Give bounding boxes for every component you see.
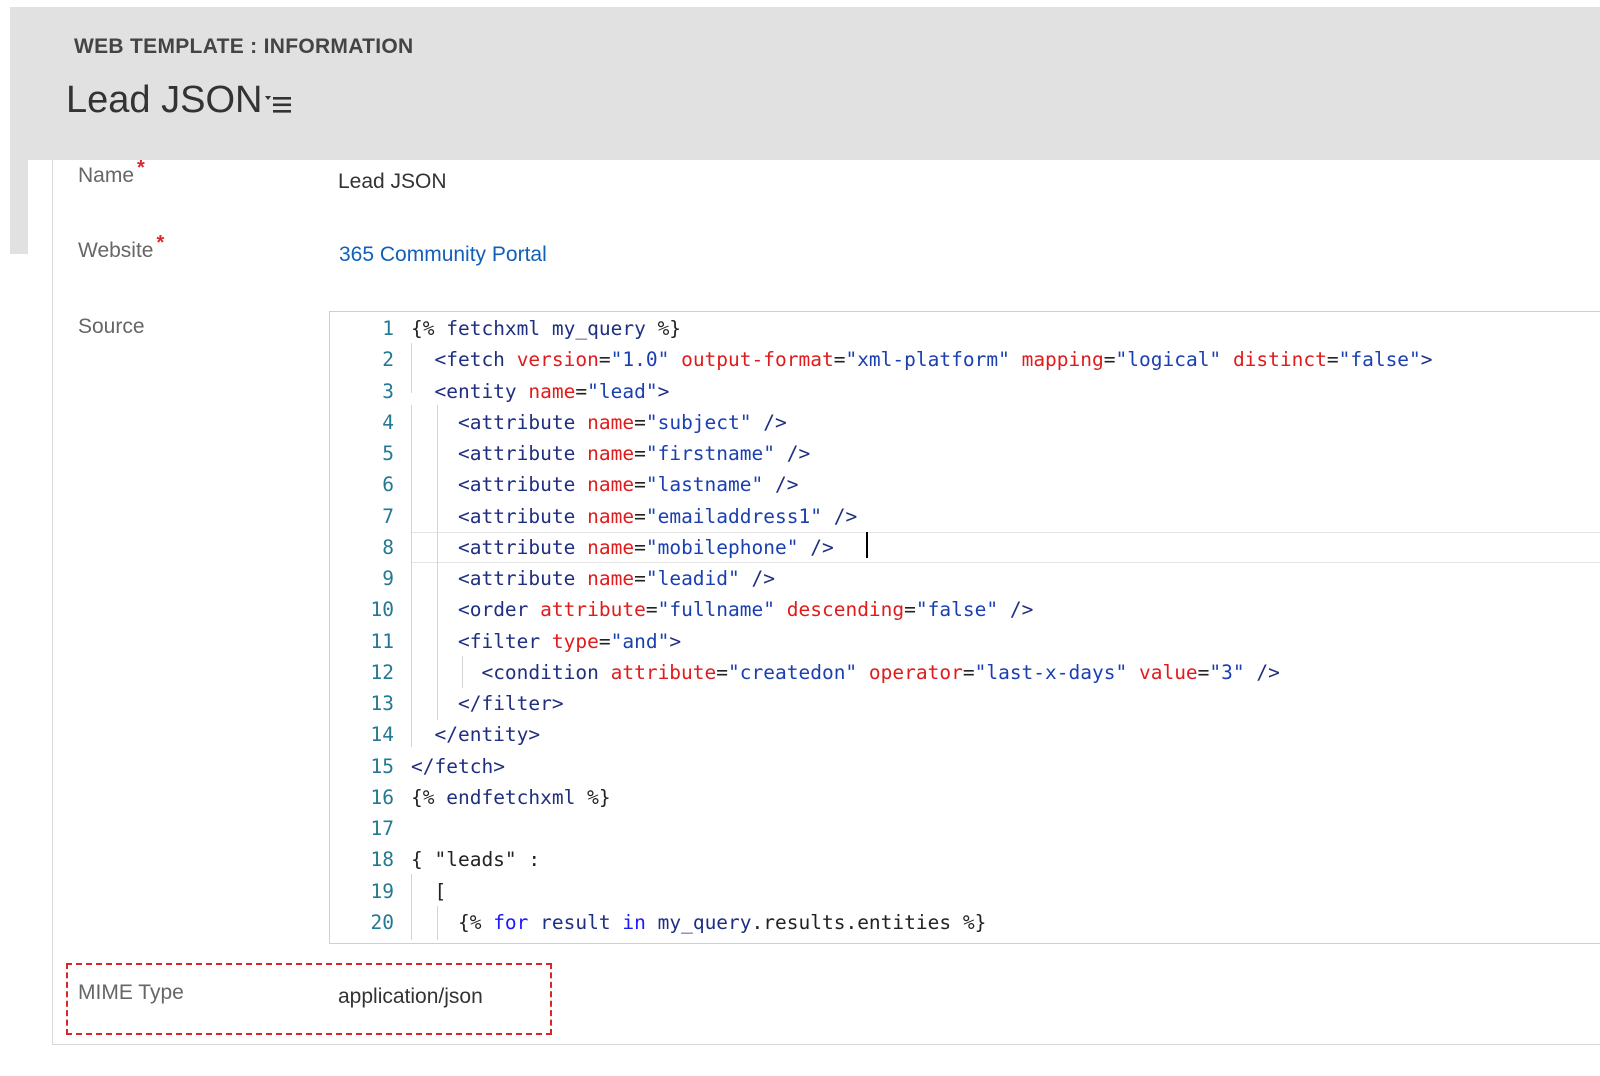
code-line[interactable]: 6 <attribute name="lastname" /> [330, 469, 1600, 500]
line-number: 7 [382, 504, 394, 528]
line-number: 20 [370, 910, 394, 934]
website-label-text: Website [78, 239, 154, 262]
code-line[interactable]: 13 </filter> [330, 688, 1600, 719]
page-header: WEB TEMPLATE : INFORMATION Lead JSON [10, 7, 1600, 160]
code-text: </filter> [457, 692, 564, 715]
code-line[interactable]: 18 { "leads" : [330, 844, 1600, 875]
text-cursor [866, 532, 868, 558]
name-label: Name * [78, 157, 145, 188]
code-text: <entity name="lead"> [434, 379, 670, 403]
line-number: 12 [370, 660, 394, 684]
code-line[interactable]: 20 {% for result in my_query.results.ent… [330, 907, 1600, 938]
code-text: <fetch version="1.0" output-format="xml-… [434, 348, 1433, 372]
indent-guide [411, 343, 412, 393]
line-number: 3 [382, 379, 394, 403]
source-label: Source [78, 315, 145, 338]
code-line[interactable]: 7 <attribute name="emailaddress1" /> [330, 501, 1600, 532]
line-number: 2 [382, 348, 394, 372]
mime-type-field[interactable]: application/json [338, 985, 483, 1009]
code-line[interactable]: 4 <attribute name="subject" /> [330, 407, 1600, 438]
code-line[interactable]: 3 <entity name="lead"> [330, 376, 1600, 407]
name-field[interactable]: Lead JSON [338, 170, 447, 194]
code-line[interactable]: 15 </fetch> [330, 751, 1600, 782]
code-line[interactable]: 5 <attribute name="firstname" /> [330, 438, 1600, 469]
code-line[interactable]: 11 <filter type="and"> [330, 626, 1600, 657]
name-required-icon: * [137, 157, 145, 179]
line-number: 5 [382, 442, 394, 465]
website-label: Website * [78, 232, 164, 263]
code-line[interactable]: 12 <condition attribute="createdon" oper… [330, 657, 1600, 688]
indent-guide [411, 405, 412, 747]
line-number: 10 [370, 598, 394, 622]
code-text: { "leads" : [411, 848, 541, 872]
code-text: <attribute name="firstname" /> [457, 442, 811, 465]
record-title: Lead JSON [66, 79, 263, 121]
code-text: <attribute name="subject" /> [457, 410, 787, 434]
code-line[interactable]: 8 <attribute name="mobilephone" /> [330, 532, 1600, 563]
code-text: </entity> [434, 723, 541, 747]
line-number: 18 [370, 848, 394, 872]
code-text: {% fetchxml my_query %} [411, 317, 682, 340]
source-code-editor[interactable]: 1 {% fetchxml my_query %} 2 <fetch version… [329, 311, 1600, 944]
name-label-text: Name [78, 164, 135, 187]
line-number: 1 [382, 317, 394, 340]
mime-type-label: MIME Type [78, 981, 184, 1004]
line-number: 17 [370, 817, 394, 840]
indent-guide [437, 405, 438, 720]
code-text: <attribute name="mobilephone" /> [457, 535, 834, 559]
code-text: {% for result in my_query.results.entiti… [411, 910, 987, 934]
code-line[interactable]: 2 <fetch version="1.0" output-format="xm… [330, 344, 1600, 375]
code-text: </fetch> [411, 754, 505, 778]
left-nav-strip [10, 160, 28, 254]
code-text: <order attribute="fullname" descending="… [457, 598, 1034, 622]
code-text: <condition attribute="createdon" operato… [481, 660, 1280, 684]
form-selector-menu-icon[interactable] [263, 93, 293, 117]
line-number: 4 [382, 410, 394, 434]
code-line[interactable]: 19 [ [330, 876, 1600, 907]
line-number: 14 [370, 723, 394, 747]
line-number: 16 [370, 785, 394, 809]
line-number: 6 [382, 473, 394, 497]
code-line[interactable]: 10 <order attribute="fullname" descendin… [330, 594, 1600, 625]
line-number: 13 [370, 692, 394, 715]
code-text: <attribute name="emailaddress1" /> [457, 504, 858, 528]
code-line[interactable]: 16 {% endfetchxml %} [330, 782, 1600, 813]
line-number: 11 [370, 629, 394, 653]
code-line[interactable]: 17 [330, 813, 1600, 844]
line-number: 8 [382, 535, 394, 559]
code-text: [ [411, 879, 447, 903]
indent-guide [462, 656, 463, 688]
line-number: 19 [370, 879, 394, 903]
code-text: <attribute name="lastname" /> [457, 473, 799, 497]
code-text: <filter type="and"> [457, 629, 682, 653]
line-number: 9 [382, 567, 394, 590]
line-number: 15 [370, 754, 394, 778]
code-line[interactable]: 1 {% fetchxml my_query %} [330, 313, 1600, 344]
indent-guide [437, 906, 438, 940]
code-text: {% endfetchxml %} [411, 785, 611, 809]
code-text: <attribute name="leadid" /> [457, 567, 775, 590]
indent-guide [411, 874, 412, 940]
entity-label: WEB TEMPLATE : INFORMATION [74, 35, 414, 58]
website-lookup-link[interactable]: 365 Community Portal [339, 243, 547, 267]
code-line[interactable]: 14 </entity> [330, 719, 1600, 750]
website-required-icon: * [156, 232, 165, 254]
code-line[interactable]: 9 <attribute name="leadid" /> [330, 563, 1600, 594]
